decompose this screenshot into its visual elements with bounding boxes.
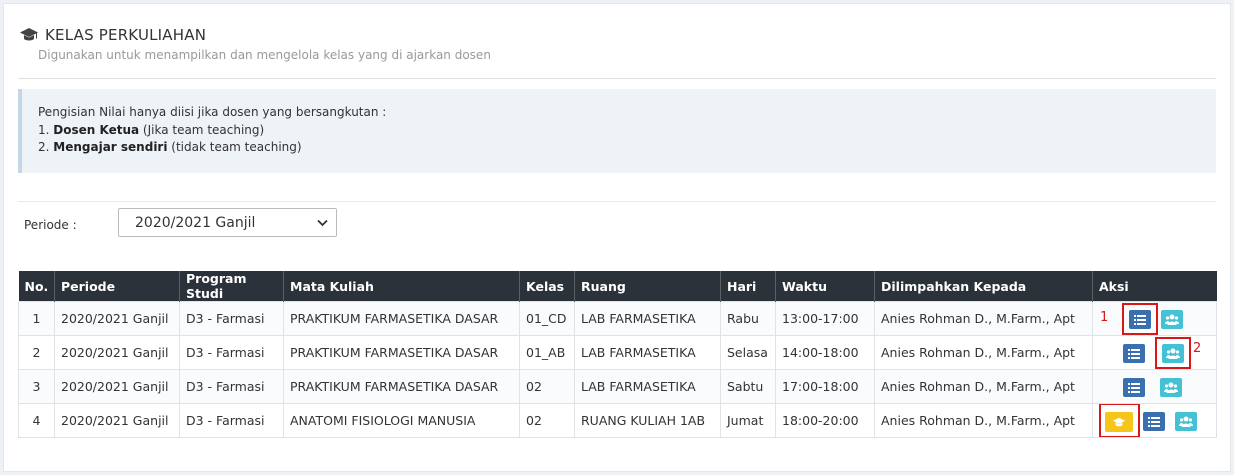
periode-label: Periode : [24, 218, 77, 232]
cell-hari: Sabtu [720, 369, 776, 404]
cell-aksi: 1 [1092, 301, 1217, 336]
users-icon [1165, 314, 1179, 325]
cell-kelas: 02 [519, 369, 575, 404]
cell-waktu: 14:00-18:00 [775, 335, 875, 370]
cell-ruang: LAB FARMASETIKA [574, 369, 721, 404]
peserta-button[interactable] [1162, 344, 1184, 363]
cell-periode: 2020/2021 Ganjil [54, 403, 180, 438]
cell-program-studi: D3 - Farmasi [179, 301, 284, 336]
list-icon [1128, 348, 1140, 359]
cell-periode: 2020/2021 Ganjil [54, 335, 180, 370]
cell-waktu: 13:00-17:00 [775, 301, 875, 336]
cell-hari: Selasa [720, 335, 776, 370]
list-icon [1134, 314, 1146, 325]
cell-ruang: RUANG KULIAH 1AB [574, 403, 721, 438]
cell-mata-kuliah: ANATOMI FISIOLOGI MANUSIA [283, 403, 520, 438]
annotation-number: 3 [1093, 409, 1094, 424]
cell-no: 3 [18, 369, 55, 404]
cell-program-studi: D3 - Farmasi [179, 335, 284, 370]
cell-kelas: 02 [519, 403, 575, 438]
col-header-aksi: Aksi [1092, 271, 1217, 302]
detail-button[interactable] [1123, 378, 1145, 397]
input-nilai-button[interactable] [1105, 412, 1133, 432]
peserta-button[interactable] [1175, 412, 1197, 431]
graduation-cap-icon [1112, 417, 1126, 426]
detail-button[interactable] [1123, 344, 1145, 363]
col-header-waktu: Waktu [775, 271, 875, 302]
col-header-hari: Hari [720, 271, 776, 302]
divider [18, 78, 1216, 79]
list-icon [1128, 382, 1140, 393]
cell-mata-kuliah: PRAKTIKUM FARMASETIKA DASAR [283, 369, 520, 404]
cell-waktu: 18:00-20:00 [775, 403, 875, 438]
col-header-ruang: Ruang [574, 271, 721, 302]
users-icon [1164, 382, 1178, 393]
cell-no: 1 [18, 301, 55, 336]
cell-dilimpahkan: Anies Rohman D., M.Farm., Apt [874, 403, 1093, 438]
cell-kelas: 01_AB [519, 335, 575, 370]
col-header-program-studi: Program Studi [179, 271, 284, 302]
table-row: 2 2020/2021 Ganjil D3 - Farmasi PRAKTIKU… [18, 335, 1217, 370]
col-header-mata-kuliah: Mata Kuliah [283, 271, 520, 302]
peserta-button[interactable] [1161, 310, 1183, 329]
cell-aksi: 3 [1092, 403, 1217, 438]
divider [18, 201, 1216, 202]
periode-select[interactable]: 2020/2021 Ganjil [118, 208, 337, 237]
cell-mata-kuliah: PRAKTIKUM FARMASETIKA DASAR [283, 301, 520, 336]
cell-ruang: LAB FARMASETIKA [574, 335, 721, 370]
note-item-1: 1. Dosen Ketua (Jika team teaching) [38, 122, 265, 137]
cell-no: 4 [18, 403, 55, 438]
kelas-table: No. Periode Program Studi Mata Kuliah Ke… [18, 271, 1217, 438]
page-subtitle: Digunakan untuk menampilkan dan mengelol… [38, 48, 491, 62]
cell-no: 2 [18, 335, 55, 370]
note-intro: Pengisian Nilai hanya diisi jika dosen y… [38, 105, 387, 119]
col-header-kelas: Kelas [519, 271, 575, 302]
info-note: Pengisian Nilai hanya diisi jika dosen y… [18, 89, 1216, 173]
table-row: 4 2020/2021 Ganjil D3 - Farmasi ANATOMI … [18, 403, 1217, 438]
note-item-2: 2. Mengajar sendiri (tidak team teaching… [38, 140, 302, 154]
cell-mata-kuliah: PRAKTIKUM FARMASETIKA DASAR [283, 335, 520, 370]
cell-dilimpahkan: Anies Rohman D., M.Farm., Apt [874, 335, 1093, 370]
users-icon [1179, 416, 1193, 427]
cell-dilimpahkan: Anies Rohman D., M.Farm., Apt [874, 369, 1093, 404]
cell-waktu: 17:00-18:00 [775, 369, 875, 404]
cell-hari: Jumat [720, 403, 776, 438]
col-header-no: No. [18, 271, 55, 302]
page-title: KELAS PERKULIAHAN [45, 26, 207, 44]
table-header-row: No. Periode Program Studi Mata Kuliah Ke… [18, 271, 1217, 302]
graduation-cap-icon [19, 27, 39, 43]
col-header-dilimpahkan: Dilimpahkan Kepada [874, 271, 1093, 302]
cell-periode: 2020/2021 Ganjil [54, 301, 180, 336]
cell-dilimpahkan: Anies Rohman D., M.Farm., Apt [874, 301, 1093, 336]
cell-program-studi: D3 - Farmasi [179, 403, 284, 438]
detail-button[interactable] [1143, 412, 1165, 431]
col-header-periode: Periode [54, 271, 180, 302]
periode-selected-value: 2020/2021 Ganjil [135, 214, 256, 231]
peserta-button[interactable] [1160, 378, 1182, 397]
list-icon [1148, 416, 1160, 427]
cell-aksi [1092, 369, 1217, 404]
users-icon [1166, 348, 1180, 359]
table-row: 3 2020/2021 Ganjil D3 - Farmasi PRAKTIKU… [18, 369, 1217, 404]
annotation-number: 1 [1100, 310, 1109, 325]
cell-aksi: 2 [1092, 335, 1217, 370]
cell-ruang: LAB FARMASETIKA [574, 301, 721, 336]
content-panel: KELAS PERKULIAHAN Digunakan untuk menamp… [3, 3, 1231, 472]
page-header: KELAS PERKULIAHAN [19, 24, 206, 46]
table-row: 1 2020/2021 Ganjil D3 - Farmasi PRAKTIKU… [18, 301, 1217, 336]
detail-button[interactable] [1129, 310, 1151, 329]
annotation-number: 2 [1193, 341, 1202, 356]
cell-program-studi: D3 - Farmasi [179, 369, 284, 404]
cell-hari: Rabu [720, 301, 776, 336]
chevron-down-icon [308, 219, 336, 227]
cell-periode: 2020/2021 Ganjil [54, 369, 180, 404]
cell-kelas: 01_CD [519, 301, 575, 336]
